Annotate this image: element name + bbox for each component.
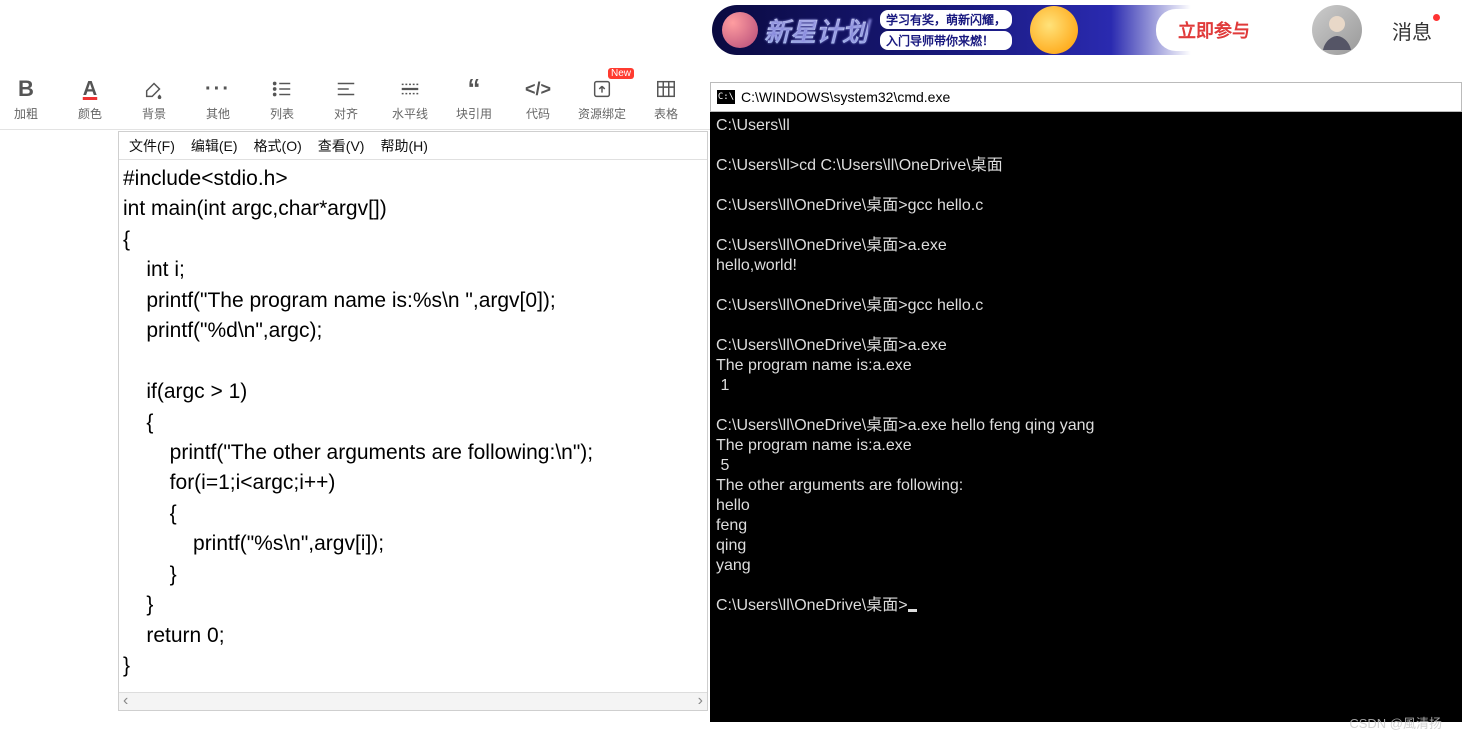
toolbar-list-button[interactable]: 列表 xyxy=(256,72,308,128)
bg-icon xyxy=(143,77,165,101)
resource-icon xyxy=(591,77,613,101)
toolbar-label: 其他 xyxy=(206,105,230,122)
cmd-output[interactable]: C:\Users\ll C:\Users\ll>cd C:\Users\ll\O… xyxy=(710,112,1462,620)
cmd-titlebar[interactable]: C:\ C:\WINDOWS\system32\cmd.exe xyxy=(710,82,1462,112)
toolbar-resource-button[interactable]: 资源绑定New xyxy=(576,72,628,128)
promo-banner[interactable]: 新星计划 学习有奖，萌新闪耀， 入门导师带你来燃！ 立即参与 xyxy=(712,5,1282,55)
menu-item-2[interactable]: 格式(O) xyxy=(254,136,302,156)
menu-item-1[interactable]: 编辑(E) xyxy=(191,136,238,156)
toolbar-label: 块引用 xyxy=(456,105,492,122)
toolbar-hr-button[interactable]: 水平线 xyxy=(384,72,436,128)
toolbar-label: 表格 xyxy=(654,105,678,122)
toolbar-label: 资源绑定 xyxy=(578,105,626,122)
bold-icon: B xyxy=(18,77,34,101)
notepad-menubar: 文件(F) 编辑(E) 格式(O) 查看(V) 帮助(H) xyxy=(119,132,707,160)
menu-item-4[interactable]: 帮助(H) xyxy=(380,136,427,156)
quote-icon: “ xyxy=(468,77,481,101)
cmd-title-text: C:\WINDOWS\system32\cmd.exe xyxy=(741,89,950,105)
banner-cta-button[interactable]: 立即参与 xyxy=(1156,9,1272,51)
messages-link[interactable]: 消息 xyxy=(1392,16,1432,45)
watermark: CSDN @風清扬 xyxy=(1349,713,1442,732)
toolbar-label: 代码 xyxy=(526,105,550,122)
code-icon: </> xyxy=(525,77,551,101)
list-icon xyxy=(271,77,293,101)
toolbar-misc-button[interactable]: ··· 其他 xyxy=(192,72,244,128)
code-content[interactable]: #include<stdio.h> int main(int argc,char… xyxy=(119,160,707,681)
avatar[interactable] xyxy=(1312,5,1362,55)
cmd-window: C:\ C:\WINDOWS\system32\cmd.exe C:\Users… xyxy=(710,82,1462,722)
sun-icon xyxy=(1030,6,1078,54)
toolbar-quote-button[interactable]: “ 块引用 xyxy=(448,72,500,128)
toolbar-bold-button[interactable]: B 加粗 xyxy=(0,72,52,128)
toolbar-code-button[interactable]: </> 代码 xyxy=(512,72,564,128)
align-icon xyxy=(335,77,357,101)
menu-item-0[interactable]: 文件(F) xyxy=(129,136,175,156)
color-icon: A xyxy=(83,77,97,101)
toolbar-color-button[interactable]: A 颜色 xyxy=(64,72,116,128)
toolbar-bg-button[interactable]: 背景 xyxy=(128,72,180,128)
cmd-icon: C:\ xyxy=(717,90,735,104)
banner-subtitle: 学习有奖，萌新闪耀， 入门导师带你来燃！ xyxy=(880,10,1012,50)
new-badge: New xyxy=(608,68,634,79)
horizontal-scrollbar[interactable] xyxy=(119,692,707,710)
toolbar-label: 列表 xyxy=(270,105,294,122)
toolbar-align-button[interactable]: 对齐 xyxy=(320,72,372,128)
cursor-icon xyxy=(908,609,917,612)
toolbar-label: 对齐 xyxy=(334,105,358,122)
planet-icon xyxy=(722,12,758,48)
table-icon xyxy=(655,77,677,101)
hr-icon xyxy=(399,77,421,101)
toolbar-label: 颜色 xyxy=(78,105,102,122)
notepad-window: 文件(F) 编辑(E) 格式(O) 查看(V) 帮助(H) #include<stdio… xyxy=(118,131,708,711)
banner-title: 新星计划 xyxy=(764,12,868,49)
misc-icon: ··· xyxy=(205,77,231,101)
toolbar-label: 水平线 xyxy=(392,105,428,122)
menu-item-3[interactable]: 查看(V) xyxy=(318,136,365,156)
toolbar-label: 加粗 xyxy=(14,105,38,122)
toolbar-label: 背景 xyxy=(142,105,166,122)
toolbar-table-button[interactable]: 表格 xyxy=(640,72,692,128)
